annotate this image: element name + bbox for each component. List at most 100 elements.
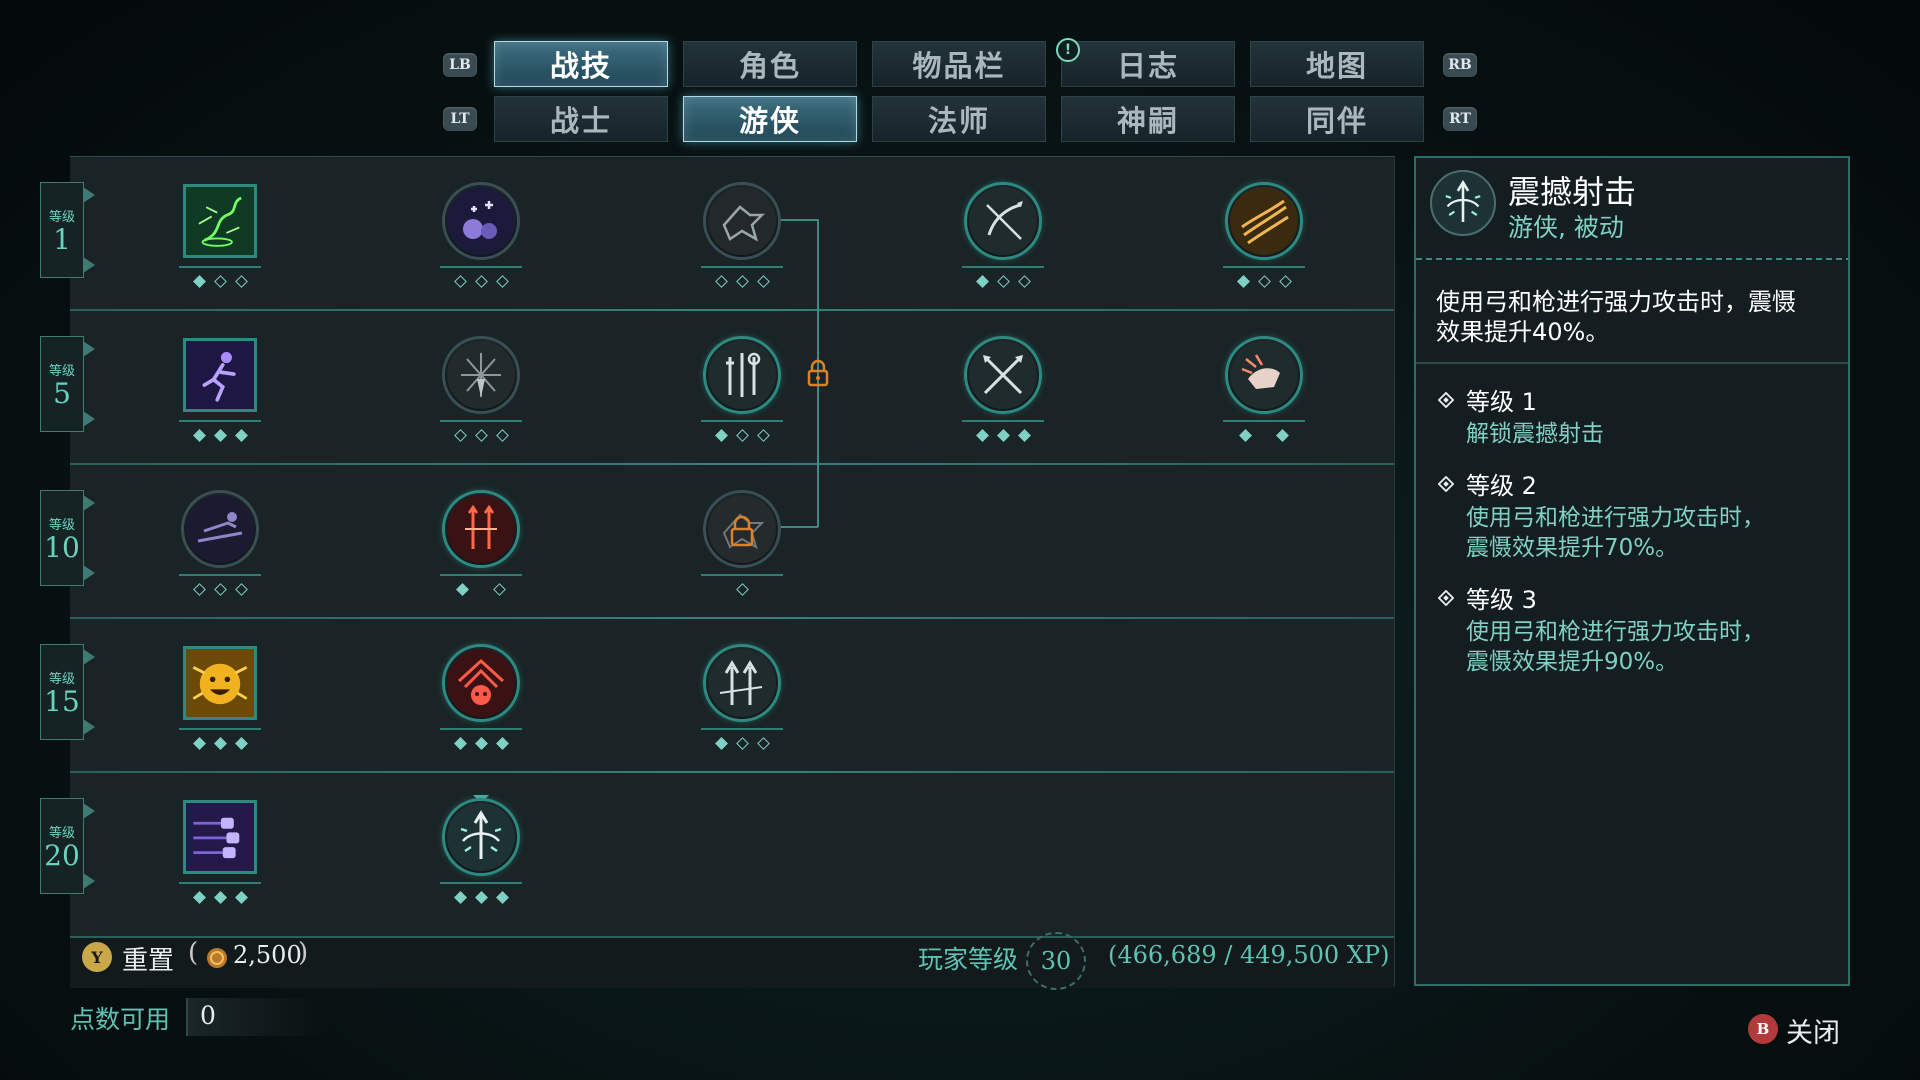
tier-label-15: 等级 15 [40, 644, 95, 740]
detail-description-line2: 效果提升40%。 [1436, 318, 1610, 346]
weapons-icon[interactable] [703, 336, 781, 414]
tab-character[interactable]: 角色 [683, 41, 857, 87]
lt-button[interactable]: LT [443, 107, 477, 131]
detail-subtitle: 游侠, 被动 [1508, 213, 1624, 242]
skill-underline [179, 882, 261, 884]
tier-label-10: 等级 10 [40, 490, 95, 586]
twin-arrows-icon[interactable] [703, 644, 781, 722]
skill-rank-pips [175, 890, 265, 906]
reset-cost-open: ( [188, 938, 199, 968]
stun-shot-icon[interactable] [442, 798, 520, 876]
skill-rank-pips [1219, 428, 1309, 444]
bow-shot-icon[interactable] [964, 182, 1042, 260]
skill-underline [1223, 420, 1305, 422]
tab-map[interactable]: 地图 [1250, 41, 1424, 87]
tab-inventory[interactable]: 物品栏 [872, 41, 1046, 87]
skill-rank-pips [436, 736, 526, 752]
skill-rank-pips [1219, 274, 1309, 290]
rank-3-label: 等级 3 [1466, 586, 1537, 614]
tier-word: 等级 [48, 671, 75, 687]
tier-level: 5 [53, 376, 71, 410]
tab-warrior[interactable]: 战士 [494, 96, 668, 142]
skill-rank-pips [697, 736, 787, 752]
rank-3-diamond-icon [1437, 589, 1455, 607]
tab-journal[interactable]: 日志 [1061, 41, 1235, 87]
tab-ranger[interactable]: 游侠 [683, 96, 857, 142]
skill-rank-pips [175, 736, 265, 752]
detail-skill-icon [1430, 170, 1496, 236]
prerequisite-connector [780, 526, 818, 528]
fist-impact-icon[interactable] [1225, 336, 1303, 414]
skill-underline [179, 728, 261, 730]
skill-underline [962, 266, 1044, 268]
skill-rank-pips [175, 582, 265, 598]
tier-level: 20 [44, 838, 80, 872]
skill-rank-pips [697, 428, 787, 444]
skill-rank-pips [436, 890, 526, 906]
tier-word: 等级 [48, 517, 75, 533]
skill-underline [440, 728, 522, 730]
locked-skill-icon[interactable] [703, 490, 781, 568]
beast-roar-icon[interactable] [183, 646, 257, 720]
skill-underline [440, 882, 522, 884]
skill-underline [701, 266, 783, 268]
tier-label-1: 等级 1 [40, 182, 95, 278]
skill-underline [440, 420, 522, 422]
tier-word: 等级 [48, 363, 75, 379]
rank-1-diamond-icon [1437, 391, 1455, 409]
tab-companions[interactable]: 同伴 [1250, 96, 1424, 142]
tab-godlike[interactable]: 神嗣 [1061, 96, 1235, 142]
dagger-burst-icon[interactable] [442, 336, 520, 414]
rank-2-diamond-icon [1437, 475, 1455, 493]
skill-underline [179, 266, 261, 268]
tier-level: 10 [44, 530, 80, 564]
tab-mage[interactable]: 法师 [872, 96, 1046, 142]
tier-label-5: 等级 5 [40, 336, 95, 432]
player-level-label: 玩家等级 [918, 945, 1019, 974]
reset-button[interactable]: Y [82, 942, 112, 972]
tier-divider [70, 463, 1394, 465]
skill-rank-pips [697, 582, 787, 598]
rank-3-text-line1: 使用弓和枪进行强力攻击时， [1466, 619, 1765, 645]
crossed-arrows-icon[interactable] [964, 336, 1042, 414]
green-tornado-icon[interactable] [183, 184, 257, 258]
skill-underline [962, 420, 1044, 422]
red-daggers-icon[interactable] [442, 490, 520, 568]
tab-skills[interactable]: 战技 [494, 41, 668, 87]
reset-cost: 2,500 [233, 941, 302, 969]
flying-fists-icon[interactable] [183, 800, 257, 874]
detail-divider [1416, 362, 1848, 364]
tier-word: 等级 [48, 209, 75, 225]
rank-1-text: 解锁震撼射击 [1466, 421, 1604, 447]
rt-button[interactable]: RT [1443, 107, 1477, 131]
close-button[interactable]: B [1748, 1014, 1778, 1044]
slide-icon[interactable] [181, 490, 259, 568]
skill-underline [1223, 266, 1305, 268]
rank-1-label: 等级 1 [1466, 388, 1537, 416]
points-available-value: 0 [200, 1001, 216, 1030]
tier-level: 1 [53, 222, 71, 256]
selection-marker-icon [473, 788, 489, 803]
skill-underline [440, 574, 522, 576]
skill-rank-pips [436, 582, 526, 598]
red-skull-icon[interactable] [442, 644, 520, 722]
claw-swipe-icon[interactable] [1225, 182, 1303, 260]
tier-label-20: 等级 20 [40, 798, 95, 894]
player-level-badge: 30 [1026, 932, 1086, 990]
reset-label: 重置 [122, 946, 175, 976]
close-label[interactable]: 关闭 [1786, 1011, 1840, 1050]
coin-icon [206, 947, 228, 969]
lb-button[interactable]: LB [443, 53, 477, 77]
rb-button[interactable]: RB [1443, 53, 1477, 77]
rank-3-text-line2: 震慑效果提升90%。 [1466, 649, 1679, 675]
rank-2-text-line1: 使用弓和枪进行强力攻击时， [1466, 505, 1765, 531]
skill-rank-pips [958, 428, 1048, 444]
sprint-icon[interactable] [183, 338, 257, 412]
rank-2-label: 等级 2 [1466, 472, 1537, 500]
bombs-icon[interactable] [442, 182, 520, 260]
xp-progress: (466,689 / 449,500 XP) [1108, 941, 1390, 969]
arrow-dash-icon[interactable] [703, 182, 781, 260]
skill-rank-pips [436, 274, 526, 290]
tier-level: 15 [44, 684, 80, 718]
skill-underline [440, 266, 522, 268]
